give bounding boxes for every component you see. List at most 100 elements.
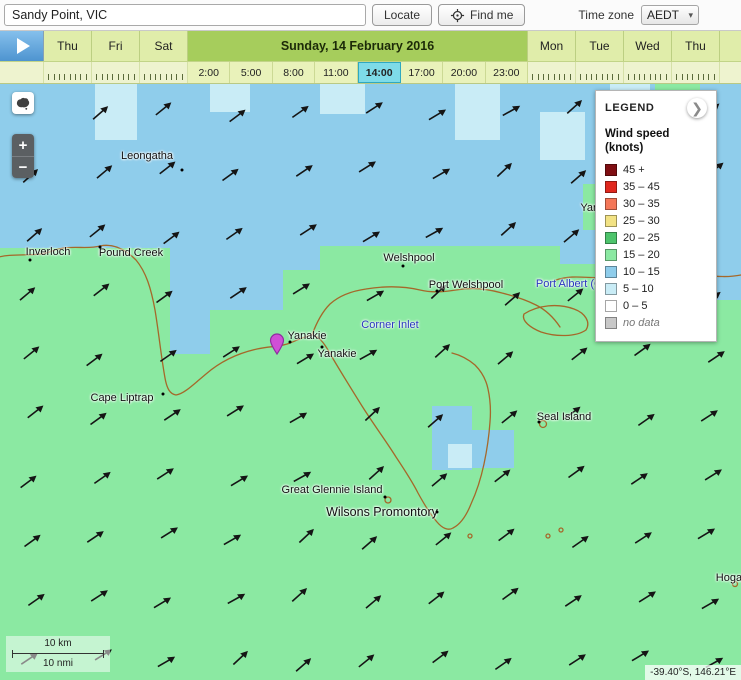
location-pin <box>269 333 285 360</box>
tick-mark <box>660 74 661 80</box>
tick-mark <box>48 74 49 80</box>
find-me-button[interactable]: Find me <box>438 4 525 26</box>
legend-item-label: 20 – 25 <box>623 232 660 244</box>
day-tab-wed[interactable]: Wed <box>624 31 672 61</box>
wind-map-canvas[interactable]: LeongathaInverlochPound CreekWelshpoolPo… <box>0 84 741 680</box>
timezone-label: Time zone <box>578 8 634 22</box>
map-label: Great Glennie Island <box>282 484 383 496</box>
legend-collapse-button[interactable]: ❯ <box>687 98 707 118</box>
legend-item: 15 – 20 <box>605 247 707 264</box>
tick-mark <box>182 74 183 80</box>
australia-icon <box>15 96 31 111</box>
cursor-coordinates: -39.40°S, 146.21°E <box>645 665 741 680</box>
tick-mark <box>676 74 677 80</box>
tick-mark <box>655 74 656 80</box>
time-cell-5:00[interactable]: 5:00 <box>230 62 272 83</box>
time-cell-14:00[interactable]: 14:00 <box>358 62 401 83</box>
time-ticks[interactable] <box>528 62 576 83</box>
legend-item: 35 – 45 <box>605 179 707 196</box>
timezone-select[interactable]: AEDT ▾ <box>641 5 699 25</box>
legend-swatch <box>605 317 617 329</box>
map-label: Inverloch <box>26 246 71 258</box>
zoom-in-button[interactable]: + <box>12 134 34 156</box>
time-cells: 2:005:008:0011:0014:0017:0020:0023:00 <box>188 62 528 83</box>
chevron-down-icon: ▾ <box>688 10 693 21</box>
zoom-out-button[interactable]: − <box>12 156 34 178</box>
scale-nmi-label: 10 nmi <box>12 658 104 670</box>
location-search-input[interactable] <box>4 4 366 26</box>
map-label: Pound Creek <box>99 247 163 259</box>
legend-item: 5 – 10 <box>605 281 707 298</box>
tick-mark <box>628 74 629 80</box>
time-ticks[interactable] <box>624 62 672 83</box>
day-tab-sat[interactable]: Sat <box>140 31 188 61</box>
tick-mark <box>554 74 555 80</box>
place-dot <box>289 341 292 344</box>
tick-mark <box>687 74 688 80</box>
tick-mark <box>634 74 635 80</box>
selected-day-tab[interactable]: Sunday, 14 February 2016 <box>188 31 528 61</box>
tick-mark <box>134 74 135 80</box>
locate-button[interactable]: Locate <box>372 4 432 26</box>
map-label: Yanakie <box>318 348 357 360</box>
day-tab-fri[interactable]: Fri <box>92 31 140 61</box>
tick-mark <box>150 74 151 80</box>
map-label: Hogan <box>716 572 741 584</box>
time-ticks[interactable] <box>140 62 188 83</box>
tick-mark <box>112 74 113 80</box>
tick-mark <box>59 74 60 80</box>
tick-mark <box>708 74 709 80</box>
tick-mark <box>80 74 81 80</box>
legend-item: 0 – 5 <box>605 298 707 315</box>
legend-group-title: Wind speed (knots) <box>605 127 707 156</box>
legend-item: 25 – 30 <box>605 213 707 230</box>
time-ticks[interactable] <box>672 62 720 83</box>
find-me-label: Find me <box>470 8 513 22</box>
legend-item: no data <box>605 315 707 332</box>
time-ticks[interactable] <box>576 62 624 83</box>
legend-item-label: 45 + <box>623 164 645 176</box>
tick-mark <box>586 74 587 80</box>
time-ticks[interactable] <box>44 62 92 83</box>
legend-title: LEGEND <box>605 102 654 114</box>
legend-swatch <box>605 266 617 278</box>
tick-mark <box>607 74 608 80</box>
time-cell-23:00[interactable]: 23:00 <box>486 62 528 83</box>
day-tab-thu[interactable]: Thu <box>44 31 92 61</box>
tick-mark <box>171 74 172 80</box>
zoom-extent-button[interactable] <box>12 92 34 114</box>
tick-mark <box>538 74 539 80</box>
tick-mark <box>650 74 651 80</box>
tick-mark <box>559 74 560 80</box>
tick-mark <box>166 74 167 80</box>
time-ticks[interactable] <box>92 62 140 83</box>
play-animation-button[interactable] <box>0 31 44 61</box>
day-tab-mon[interactable]: Mon <box>528 31 576 61</box>
legend-item-label: 5 – 10 <box>623 283 654 295</box>
time-cell-11:00[interactable]: 11:00 <box>315 62 357 83</box>
tick-mark <box>123 74 124 80</box>
time-cell-8:00[interactable]: 8:00 <box>273 62 315 83</box>
time-spacer <box>0 62 44 83</box>
legend-header: LEGEND ❯ <box>605 98 707 118</box>
tick-mark <box>698 74 699 80</box>
day-tab-thu[interactable]: Thu <box>672 31 720 61</box>
tick-mark <box>612 74 613 80</box>
ticks-before <box>44 62 188 83</box>
place-dot <box>436 511 439 514</box>
day-tab-tue[interactable]: Tue <box>576 31 624 61</box>
time-cell-2:00[interactable]: 2:00 <box>188 62 230 83</box>
tick-mark <box>548 74 549 80</box>
tick-mark <box>155 74 156 80</box>
wind-forecast-app: Locate Find me Time zone AEDT ▾ ThuFriSa… <box>0 0 741 680</box>
time-cell-17:00[interactable]: 17:00 <box>401 62 443 83</box>
tick-mark <box>64 74 65 80</box>
time-cell-20:00[interactable]: 20:00 <box>443 62 485 83</box>
legend-items: 45 +35 – 4530 – 3525 – 3020 – 2515 – 201… <box>605 162 707 332</box>
place-dot <box>29 259 32 262</box>
tick-mark <box>107 74 108 80</box>
tick-mark <box>602 74 603 80</box>
tick-mark <box>666 74 667 80</box>
tick-mark <box>543 74 544 80</box>
tick-mark <box>102 74 103 80</box>
